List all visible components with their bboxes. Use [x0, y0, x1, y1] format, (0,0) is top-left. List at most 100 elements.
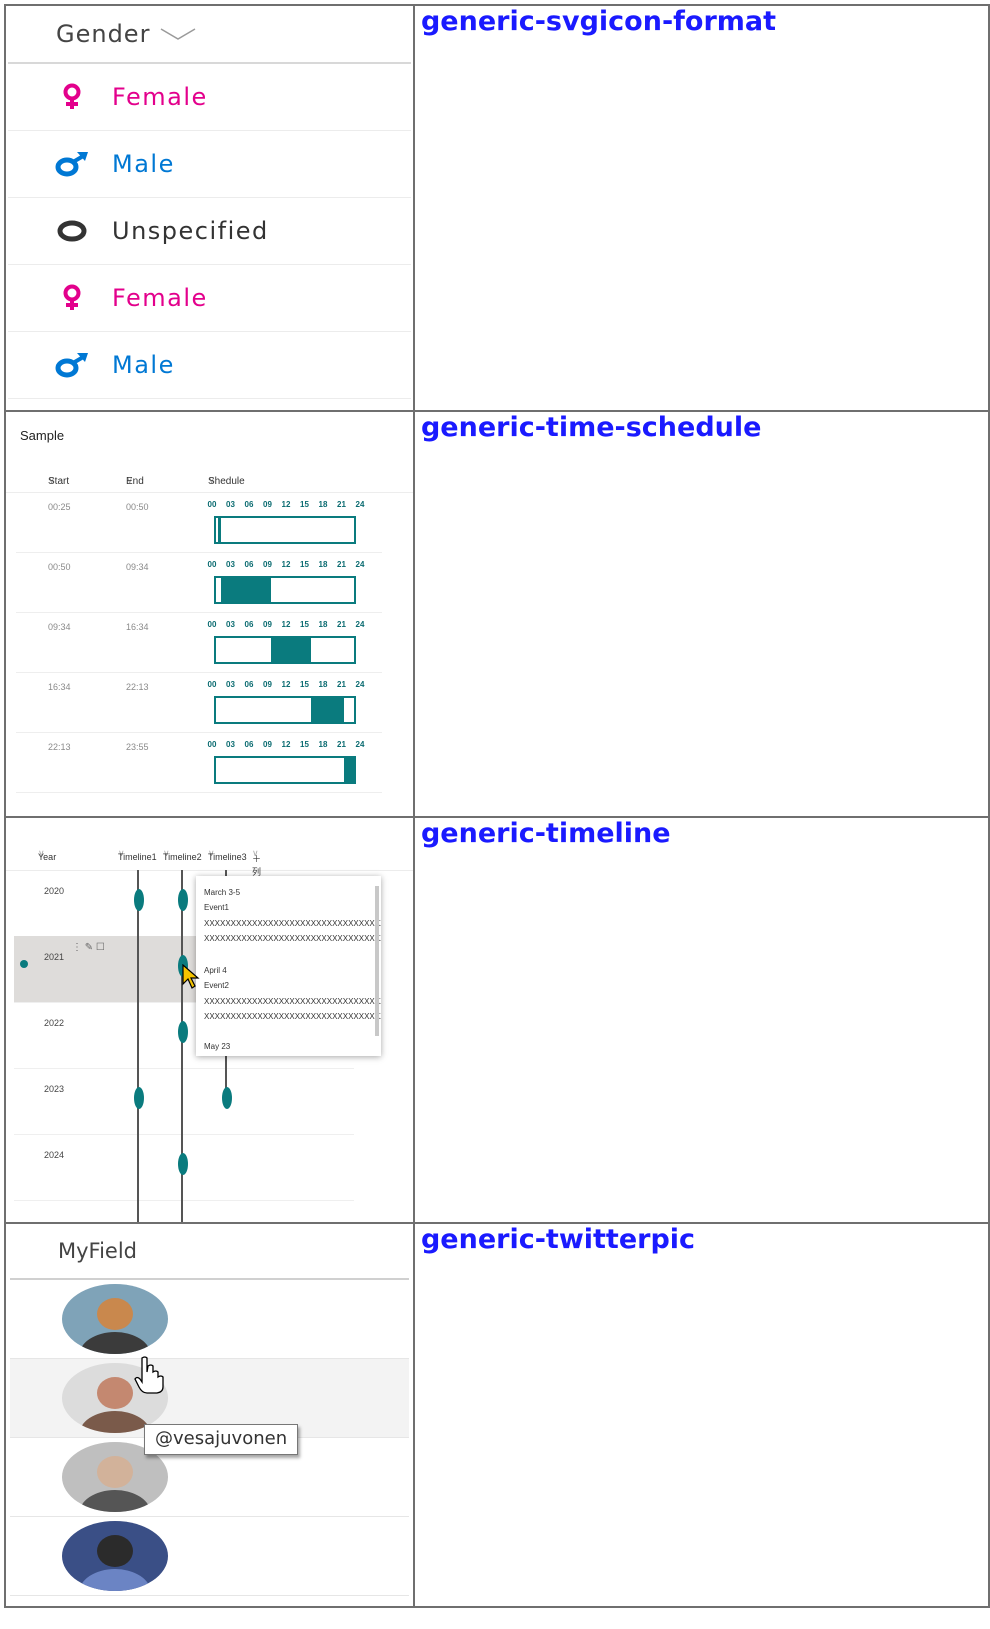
start-time: 00:25 [48, 502, 71, 512]
female-icon [52, 278, 92, 318]
timeline-event-dot[interactable] [178, 889, 188, 911]
hour-tick-label: 12 [281, 740, 291, 749]
gender-label: Male [112, 351, 175, 379]
hour-ticks: 00 03 06 09 12 15 18 21 24 [208, 680, 365, 690]
end-time: 22:13 [126, 682, 149, 692]
schedule-row[interactable]: 09:34 16:34 00 03 06 09 12 15 18 21 24 [16, 612, 382, 673]
gender-label: Male [112, 150, 175, 178]
popup-scrollbar[interactable] [375, 886, 379, 1036]
hour-tick-label: 09 [263, 620, 272, 629]
feature-name-cell: generic-twitterpic [412, 1222, 990, 1608]
hour-tick-label: 24 [355, 680, 365, 689]
hour-tick-label: 06 [244, 500, 254, 509]
avatar[interactable] [62, 1521, 168, 1591]
popup-line: Event2 [204, 981, 229, 990]
hour-tick-label: 03 [226, 740, 235, 749]
avatar-row[interactable] [10, 1280, 409, 1359]
sample-link-time-schedule[interactable]: generic-time-schedule [421, 412, 988, 443]
schedule-fill [343, 758, 354, 782]
schedule-fill [271, 638, 312, 662]
hour-tick-label: 03 [226, 560, 235, 569]
timeline2-column-header[interactable]: Timeline2 ∨ [163, 848, 202, 862]
schedule-row[interactable]: 16:34 22:13 00 03 06 09 12 15 18 21 24 [16, 672, 382, 733]
start-column-header[interactable]: Start ∨ [48, 475, 69, 487]
add-column-button[interactable]: ＋列の追加 ∨ [252, 848, 261, 916]
chevron-down-icon [161, 28, 196, 40]
schedule-column-header[interactable]: Shedule ∨ [208, 475, 245, 487]
hour-tick-label: 15 [300, 560, 309, 569]
schedule-row[interactable]: 00:25 00:50 00 03 06 09 12 15 18 21 24 [16, 492, 382, 553]
avatar-row[interactable] [10, 1517, 409, 1596]
female-icon [52, 77, 92, 117]
end-time: 09:34 [126, 562, 149, 572]
myfield-column-header[interactable]: MyField [10, 1225, 409, 1280]
row-actions-icon[interactable]: ⋮ ✎ ☐ [72, 942, 105, 953]
popup-line: April 4 [204, 966, 227, 975]
hour-tick-label: 15 [300, 620, 309, 629]
hour-tick-label: 03 [226, 680, 235, 689]
schedule-bar [214, 756, 356, 784]
hour-tick-label: 21 [337, 560, 346, 569]
hour-tick-label: 21 [337, 620, 346, 629]
hour-tick-label: 12 [281, 560, 291, 569]
hour-tick-label: 12 [281, 620, 291, 629]
gender-row[interactable]: Male [8, 332, 411, 399]
hour-tick-label: 18 [318, 560, 328, 569]
gender-list: Female Male Unspecified Female Male [7, 64, 412, 399]
year-column-header[interactable]: Year ∨ [38, 848, 56, 862]
sample-link-timeline[interactable]: generic-timeline [421, 818, 988, 849]
hour-tick-label: 12 [281, 500, 291, 509]
year-label: 2021 [44, 952, 65, 962]
gender-header-label: Gender [56, 20, 151, 48]
timeline1-line [137, 870, 139, 1221]
timeline-event-dot[interactable] [134, 889, 144, 911]
gender-row[interactable]: Unspecified [8, 198, 411, 265]
end-time: 00:50 [126, 502, 149, 512]
timeline-row[interactable]: 2023 [14, 1068, 354, 1135]
start-time: 16:34 [48, 682, 71, 692]
schedule-row[interactable]: 22:13 23:55 00 03 06 09 12 15 18 21 24 [16, 732, 382, 793]
start-time: 00:50 [48, 562, 71, 572]
hour-tick-label: 00 [207, 620, 217, 629]
myfield-header-label: MyField [58, 1239, 138, 1263]
hour-tick-label: 06 [244, 620, 254, 629]
end-column-header[interactable]: End ∨ [126, 475, 144, 487]
gender-row[interactable]: Male [8, 131, 411, 198]
schedule-bar [214, 696, 356, 724]
timeline-event-dot[interactable] [134, 1087, 144, 1109]
username-tooltip: @vesajuvonen [144, 1424, 299, 1455]
schedule-fill [218, 518, 221, 542]
table-row: MyField @vesajuvonen generic-twitterpic [4, 1222, 990, 1608]
gender-row[interactable]: Female [8, 265, 411, 332]
hour-tick-label: 06 [244, 680, 254, 689]
schedule-fill [311, 698, 344, 722]
hour-tick-label: 03 [226, 500, 235, 509]
popup-line: March 3-5 [204, 888, 241, 897]
hour-tick-label: 06 [244, 560, 254, 569]
hour-tick-label: 00 [207, 500, 217, 509]
selected-check-icon[interactable] [20, 960, 28, 968]
timeline-event-dot[interactable] [178, 1153, 188, 1175]
schedule-fill [220, 578, 271, 602]
end-time: 16:34 [126, 622, 149, 632]
start-time: 22:13 [48, 742, 71, 752]
year-label: 2024 [44, 1150, 65, 1160]
hour-tick-label: 00 [207, 740, 217, 749]
feature-name-cell: generic-svgicon-format [412, 4, 990, 412]
schedule-column-headers: Start ∨ End ∨ Shedule ∨ [6, 474, 412, 493]
male-icon [52, 144, 92, 184]
gender-row[interactable]: Female [8, 64, 411, 131]
gender-column-header[interactable]: Gender [8, 7, 411, 64]
feature-name-cell: generic-timeline [412, 816, 990, 1224]
svgicon-format-screenshot: Gender Female Male Unspecified Female Male [4, 4, 415, 412]
schedule-row[interactable]: 00:50 09:34 00 03 06 09 12 15 18 21 24 [16, 552, 382, 613]
avatar[interactable] [62, 1284, 168, 1354]
timeline-event-dot[interactable] [222, 1087, 232, 1109]
sample-link-twitterpic[interactable]: generic-twitterpic [421, 1224, 988, 1255]
hour-tick-label: 18 [318, 620, 328, 629]
timeline3-column-header[interactable]: Timeline3 ∨ [208, 848, 247, 862]
schedule-bar [214, 576, 356, 604]
timeline-event-dot[interactable] [178, 1021, 188, 1043]
sample-link-svgicon-format[interactable]: generic-svgicon-format [421, 6, 988, 37]
timeline1-column-header[interactable]: Timeline1 ∨ [118, 848, 157, 862]
